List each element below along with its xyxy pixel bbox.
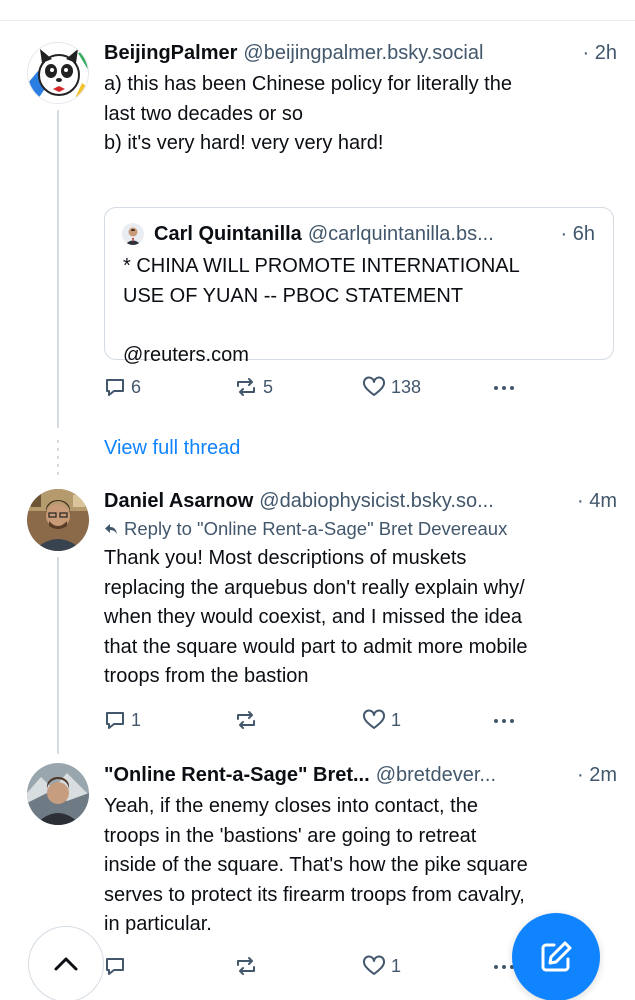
repost-button[interactable] bbox=[234, 709, 258, 731]
post-line: troops from the bastion bbox=[104, 665, 309, 687]
scroll-to-top-button[interactable] bbox=[28, 926, 104, 1000]
view-full-thread-link[interactable]: View full thread bbox=[104, 437, 240, 460]
like-count: 1 bbox=[391, 955, 402, 976]
author-handle[interactable]: @dabiophysicist.bsky.so... bbox=[259, 488, 493, 514]
reply-button[interactable] bbox=[104, 955, 126, 977]
more-dots-icon[interactable] bbox=[494, 965, 514, 969]
post-time[interactable]: · 4m bbox=[571, 488, 617, 514]
reply-button[interactable]: 6 bbox=[104, 376, 141, 398]
reply-arrow-icon bbox=[105, 524, 117, 534]
post-line: inside of the square. That's how the pik… bbox=[104, 854, 528, 876]
quote-time: · 6h bbox=[560, 223, 595, 245]
reply-icon bbox=[106, 712, 124, 729]
post-line: last two decades or so bbox=[104, 102, 303, 125]
like-button[interactable]: 1 bbox=[362, 955, 401, 977]
author-name[interactable]: Daniel Asarnow bbox=[104, 488, 253, 514]
post-time[interactable]: · 2h bbox=[577, 40, 617, 66]
post-header: BeijingPalmer @beijingpalmer.bsky.social… bbox=[104, 40, 617, 66]
avatar[interactable] bbox=[27, 42, 89, 104]
thread-line bbox=[57, 110, 59, 428]
post-line: serves to protect its firearm troops fro… bbox=[104, 883, 525, 906]
thread-connector-dots bbox=[57, 440, 59, 478]
reply-icon bbox=[106, 379, 124, 396]
thread-line bbox=[57, 557, 59, 754]
post-body: Thank you! Most descriptions of muskets … bbox=[104, 544, 617, 692]
repost-count: 5 bbox=[263, 376, 274, 397]
quote-line: @reuters.com bbox=[123, 343, 249, 366]
reply-to-indicator[interactable]: Reply to "Online Rent-a-Sage" Bret Dever… bbox=[104, 516, 617, 542]
avatar[interactable] bbox=[27, 763, 89, 825]
quoted-post[interactable]: Carl Quintanilla @carlquintanilla.bs... … bbox=[104, 207, 614, 366]
post-line: troops in the 'bastions' are going to re… bbox=[104, 824, 477, 847]
reply-to-text: Reply to "Online Rent-a-Sage" Bret Dever… bbox=[124, 518, 508, 539]
top-divider bbox=[0, 20, 635, 21]
quote-header: Carl Quintanilla @carlquintanilla.bs... … bbox=[122, 221, 595, 247]
post-time[interactable]: · 2m bbox=[571, 762, 617, 788]
quote-line: USE OF YUAN -- PBOC STATEMENT bbox=[123, 284, 464, 307]
quote-handle: @carlquintanilla.bs... bbox=[307, 223, 494, 245]
post-line: Thank you! Most descriptions of muskets bbox=[104, 547, 467, 569]
avatar[interactable] bbox=[27, 489, 89, 551]
post-header: "Online Rent-a-Sage" Bret... @bretdever.… bbox=[104, 762, 617, 788]
quote-line-empty bbox=[123, 311, 593, 341]
heart-icon bbox=[363, 376, 385, 396]
post-line: when they would coexist, and I missed th… bbox=[104, 606, 523, 628]
post-line: that the square would part to admit more… bbox=[104, 635, 528, 658]
repost-icon bbox=[237, 957, 255, 975]
quote-author: Carl Quintanilla bbox=[154, 223, 302, 245]
chevron-up-icon bbox=[54, 957, 78, 971]
post-line: replacing the arquebus don't really expl… bbox=[104, 576, 525, 599]
post-line: Yeah, if the enemy closes into contact, … bbox=[104, 795, 478, 817]
more-dots-icon[interactable] bbox=[494, 719, 514, 723]
heart-icon bbox=[363, 709, 385, 729]
quote-line: * CHINA WILL PROMOTE INTERNATIONAL bbox=[123, 255, 520, 277]
reply-count: 6 bbox=[131, 376, 142, 397]
like-count: 138 bbox=[391, 376, 422, 397]
author-handle[interactable]: @bretdever... bbox=[376, 762, 496, 788]
post-line: a) this has been Chinese policy for lite… bbox=[104, 73, 512, 95]
compose-button[interactable] bbox=[512, 913, 600, 1000]
post-header: Daniel Asarnow @dabiophysicist.bsky.so..… bbox=[104, 488, 617, 514]
reply-count: 1 bbox=[131, 709, 142, 730]
post-body: a) this has been Chinese policy for lite… bbox=[104, 70, 617, 159]
repost-icon bbox=[237, 378, 255, 396]
repost-button[interactable] bbox=[234, 955, 258, 977]
heart-icon bbox=[363, 955, 385, 975]
reply-icon bbox=[106, 958, 124, 975]
post-actions: 6 5 138 bbox=[104, 376, 617, 402]
quote-body: * CHINA WILL PROMOTE INTERNATIONAL USE O… bbox=[123, 252, 593, 370]
reply-button[interactable]: 1 bbox=[104, 709, 141, 731]
author-handle[interactable]: @beijingpalmer.bsky.social bbox=[243, 40, 483, 66]
author-name[interactable]: BeijingPalmer bbox=[104, 40, 237, 66]
repost-button[interactable]: 5 bbox=[234, 376, 273, 398]
quote-avatar bbox=[122, 223, 144, 245]
post-actions: 1 1 bbox=[104, 709, 617, 735]
repost-icon bbox=[237, 711, 255, 729]
like-count: 1 bbox=[391, 709, 402, 730]
post-line: b) it's very hard! very very hard! bbox=[104, 132, 384, 154]
like-button[interactable]: 1 bbox=[362, 709, 401, 731]
more-dots-icon[interactable] bbox=[494, 386, 514, 390]
author-name[interactable]: "Online Rent-a-Sage" Bret... bbox=[104, 762, 370, 788]
like-button[interactable]: 138 bbox=[362, 376, 421, 398]
compose-icon bbox=[541, 941, 572, 972]
